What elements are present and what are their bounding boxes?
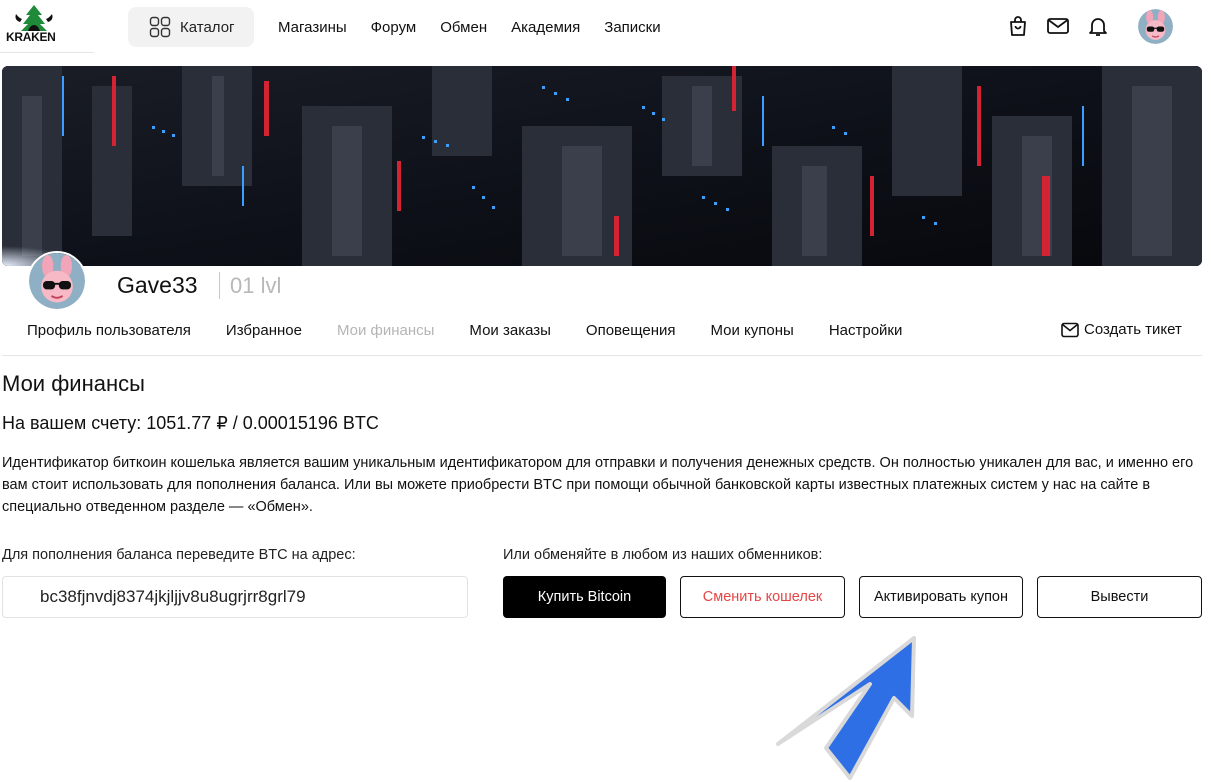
tab-orders[interactable]: Мои заказы [469, 322, 551, 339]
address-label: Для пополнения баланса переведите BTC на… [2, 547, 356, 563]
top-header: KRAKEN Каталог Магазины Форум Обмен Акад… [0, 0, 1211, 56]
profile-username: Gave33 [117, 272, 198, 298]
balance-label: На вашем счету: [2, 413, 147, 433]
level-separator [219, 272, 220, 299]
profile-tabs: Профиль пользователя Избранное Мои финан… [27, 322, 937, 339]
shopping-bag-icon[interactable] [1006, 14, 1030, 38]
btc-address-value: bc38fjnvdj8374jkjljjv8u8ugrjrr8grl79 [40, 587, 306, 606]
btc-address-field[interactable]: bc38fjnvdj8374jkjljjv8u8ugrjrr8grl79 [2, 576, 468, 618]
user-avatar[interactable] [1138, 9, 1173, 44]
kraken-logo[interactable]: KRAKEN [6, 4, 62, 44]
catalog-button[interactable]: Каталог [128, 7, 254, 47]
activate-coupon-button[interactable]: Активировать купон [859, 576, 1023, 618]
create-ticket-button[interactable]: Создать тикет [1061, 321, 1182, 338]
nav-item-exchange[interactable]: Обмен [440, 19, 487, 36]
mail-icon [1061, 322, 1079, 337]
tab-favorites[interactable]: Избранное [226, 322, 302, 339]
nav-item-forum[interactable]: Форум [371, 19, 417, 36]
change-wallet-button[interactable]: Сменить кошелек [680, 576, 845, 618]
bell-icon[interactable] [1086, 14, 1110, 38]
header-icons [1006, 14, 1126, 38]
header-divider [0, 52, 94, 53]
withdraw-button[interactable]: Вывести [1037, 576, 1202, 618]
tabs-divider [2, 355, 1202, 356]
buy-bitcoin-button[interactable]: Купить Bitcoin [503, 576, 666, 618]
exchange-label: Или обменяйте в любом из наших обменнико… [503, 547, 823, 563]
nav-item-shops[interactable]: Магазины [278, 19, 347, 36]
create-ticket-label: Создать тикет [1084, 321, 1182, 338]
avatar-image [29, 253, 85, 309]
avatar-image [1138, 9, 1173, 44]
nav-item-notes[interactable]: Записки [604, 19, 660, 36]
catalog-label: Каталог [180, 18, 235, 36]
mail-icon[interactable] [1046, 14, 1070, 38]
profile-avatar[interactable] [27, 251, 87, 311]
wallet-description: Идентификатор биткоин кошелька является … [2, 455, 1194, 515]
main-nav: Магазины Форум Обмен Академия Записки [278, 19, 685, 36]
grid-icon [149, 16, 171, 38]
balance-line: На вашем счету: 1051.77 ₽ / 0.00015196 B… [2, 413, 379, 434]
kraken-tree-icon [15, 5, 53, 31]
profile-level: 01 lvl [230, 273, 282, 298]
page-title: Мои финансы [2, 371, 145, 396]
tab-settings[interactable]: Настройки [829, 322, 903, 339]
profile-banner [2, 66, 1202, 266]
brand-name: KRAKEN [6, 30, 56, 44]
balance-value: 1051.77 ₽ / 0.00015196 BTC [146, 413, 379, 433]
tab-coupons[interactable]: Мои купоны [711, 322, 794, 339]
pointer-arrow-icon [776, 636, 916, 780]
tab-notifications[interactable]: Оповещения [586, 322, 676, 339]
tab-finances[interactable]: Мои финансы [337, 322, 434, 339]
nav-item-academy[interactable]: Академия [511, 19, 580, 36]
cyber-city-banner-image [2, 66, 1202, 266]
tab-profile[interactable]: Профиль пользователя [27, 322, 191, 339]
